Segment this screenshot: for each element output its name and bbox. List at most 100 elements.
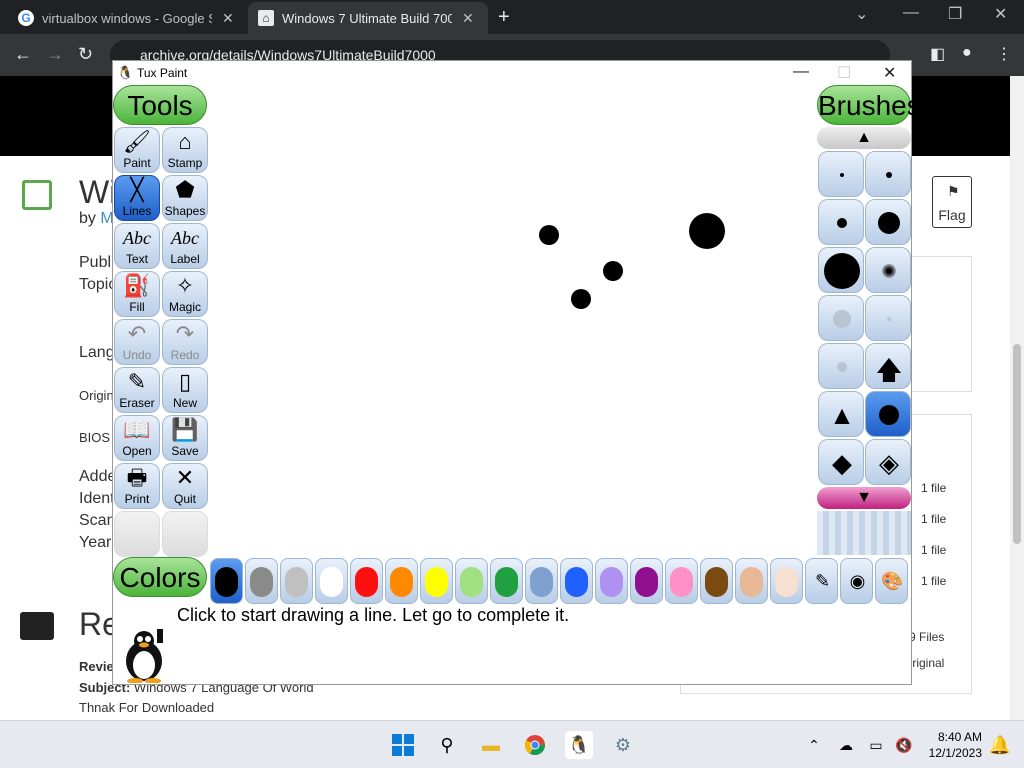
color-chip	[530, 567, 553, 597]
sidebar-icon[interactable]: ◧	[930, 44, 945, 64]
tool-save-button[interactable]: 💾 Save	[162, 415, 208, 461]
back-icon[interactable]: ←	[14, 44, 32, 65]
brush-option[interactable]	[865, 247, 911, 293]
drawing-canvas[interactable]	[209, 85, 815, 557]
file-count[interactable]: 1 file	[921, 512, 946, 526]
page-scrollbar[interactable]	[1010, 76, 1024, 720]
stamp-icon: ⌂	[178, 129, 192, 154]
tab-archive[interactable]: ⌂ Windows 7 Ultimate Build 7000 ✕	[248, 2, 488, 34]
color-swatch[interactable]	[385, 558, 418, 604]
brushes-scroll-up-button[interactable]: ▲	[817, 127, 911, 149]
tool-fill-button[interactable]: ⛽ Fill	[114, 271, 160, 317]
brush-dot-icon	[837, 362, 847, 372]
brush-option[interactable]	[818, 199, 864, 245]
windows-start-icon[interactable]	[389, 731, 417, 759]
menu-icon[interactable]: ⋮	[996, 44, 1012, 64]
restore-icon[interactable]: ❐	[948, 4, 962, 24]
tab-search-icon[interactable]: ⌄	[855, 4, 868, 24]
brush-option[interactable]: ◈	[865, 439, 911, 485]
brush-option[interactable]	[865, 295, 911, 341]
color-swatch[interactable]	[490, 558, 523, 604]
reload-icon[interactable]: ↻	[78, 44, 93, 65]
brush-size-slider[interactable]	[817, 511, 911, 555]
tool-quit-button[interactable]: ✕ Quit	[162, 463, 208, 509]
minimize-icon[interactable]: —	[793, 63, 809, 81]
tool-eraser-button[interactable]: ✎ Eraser	[114, 367, 160, 413]
display-icon[interactable]: ▭	[862, 731, 890, 759]
tool-shapes-button[interactable]: ⬟ Shapes	[162, 175, 208, 221]
flag-button[interactable]: ⚑ Flag	[932, 176, 972, 228]
brush-option[interactable]	[818, 295, 864, 341]
tool-label-button[interactable]: Abc Label	[162, 223, 208, 269]
tool-lines-button[interactable]: ╳ Lines	[114, 175, 160, 221]
color-swatch[interactable]	[700, 558, 733, 604]
file-count[interactable]: 1 file	[921, 574, 946, 588]
profile-icon[interactable]: ●	[962, 44, 972, 62]
brush-option[interactable]	[818, 151, 864, 197]
rainbow-button[interactable]: ◉	[840, 558, 873, 604]
meta-label: Scan	[79, 512, 116, 529]
scrollbar-thumb[interactable]	[1013, 344, 1021, 544]
palette-button[interactable]: 🎨	[875, 558, 908, 604]
color-chip	[635, 567, 658, 597]
tool-stamp-button[interactable]: ⌂ Stamp	[162, 127, 208, 173]
file-count[interactable]: 1 file	[921, 481, 946, 495]
volume-muted-icon[interactable]: 🔇	[890, 731, 918, 759]
tuxpaint-taskbar-icon[interactable]: 🐧	[565, 731, 593, 759]
tool-undo-button[interactable]: ↶ Undo	[114, 319, 160, 365]
tool-paint-button[interactable]: 🖌 Paint	[114, 127, 160, 173]
forward-icon[interactable]: →	[46, 44, 64, 65]
brush-option[interactable]: ▲	[818, 391, 864, 437]
tool-open-button[interactable]: 📖 Open	[114, 415, 160, 461]
tool-label: Undo	[122, 348, 152, 362]
brush-option[interactable]: 🡅	[865, 343, 911, 389]
color-swatch[interactable]	[735, 558, 768, 604]
tool-magic-button[interactable]: ✧ Magic	[162, 271, 208, 317]
system-clock[interactable]: 8:40 AM 12/1/2023	[920, 729, 982, 761]
minimize-icon[interactable]: —	[903, 4, 919, 22]
color-swatch[interactable]	[560, 558, 593, 604]
search-icon[interactable]: ⚲	[433, 731, 461, 759]
color-swatch[interactable]	[595, 558, 628, 604]
tool-new-button[interactable]: ▯ New	[162, 367, 208, 413]
chevron-up-icon[interactable]: ⌃	[800, 731, 828, 759]
brush-option[interactable]	[818, 343, 864, 389]
close-tab-icon[interactable]: ✕	[222, 10, 234, 27]
new-tab-button[interactable]: +	[498, 6, 510, 29]
brush-option[interactable]	[865, 391, 911, 437]
tool-redo-button[interactable]: ↷ Redo	[162, 319, 208, 365]
maximize-icon[interactable]: ☐	[837, 63, 851, 83]
tool-print-button[interactable]: 🖶 Print	[114, 463, 160, 509]
settings-icon[interactable]: ⚙	[609, 731, 637, 759]
color-swatch[interactable]	[280, 558, 313, 604]
file-count[interactable]: 1 file	[921, 543, 946, 557]
chrome-icon[interactable]	[521, 731, 549, 759]
tool-label: Redo	[170, 348, 200, 362]
brush-option[interactable]	[865, 199, 911, 245]
close-tab-icon[interactable]: ✕	[462, 10, 474, 27]
close-icon[interactable]: ✕	[883, 63, 896, 83]
total-files[interactable]: 9 Files	[909, 630, 944, 644]
network-icon[interactable]: ☁	[832, 731, 860, 759]
color-swatch[interactable]	[315, 558, 348, 604]
color-swatch[interactable]	[525, 558, 558, 604]
color-swatch[interactable]	[665, 558, 698, 604]
brushes-scroll-down-button[interactable]: ▼	[817, 487, 911, 509]
notification-bell-icon[interactable]: 🔔	[986, 731, 1014, 759]
brush-option[interactable]	[818, 247, 864, 293]
color-swatch[interactable]	[420, 558, 453, 604]
tool-label: Label	[170, 252, 200, 266]
color-swatch[interactable]	[245, 558, 278, 604]
close-window-icon[interactable]: ✕	[994, 4, 1007, 24]
tool-text-button[interactable]: Abc Text	[114, 223, 160, 269]
color-swatch[interactable]	[770, 558, 803, 604]
color-swatch[interactable]	[210, 558, 243, 604]
color-swatch[interactable]	[630, 558, 663, 604]
brush-option[interactable]: ◆	[818, 439, 864, 485]
file-explorer-icon[interactable]: ▬	[477, 731, 505, 759]
color-picker-button[interactable]: ✎	[805, 558, 838, 604]
color-swatch[interactable]	[350, 558, 383, 604]
tab-google-search[interactable]: G virtualbox windows - Google Se ✕	[8, 2, 248, 34]
brush-option[interactable]	[865, 151, 911, 197]
color-swatch[interactable]	[455, 558, 488, 604]
